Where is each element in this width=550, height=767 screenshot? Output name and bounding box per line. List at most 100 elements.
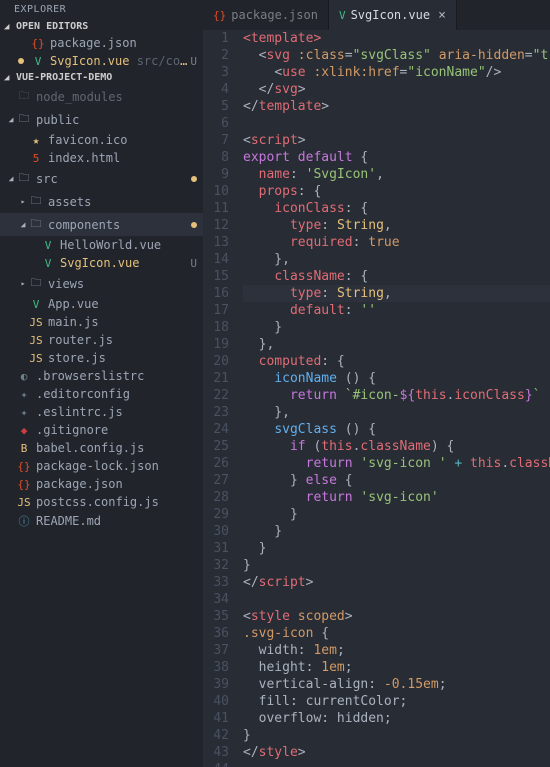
- folder-item[interactable]: 🗀 node_modules: [0, 85, 203, 108]
- code-line: default: '': [243, 302, 550, 319]
- line-number: 21: [203, 370, 229, 387]
- open-editor-item[interactable]: VSvgIcon.vue src/compo...U: [0, 52, 203, 70]
- line-number: 15: [203, 268, 229, 285]
- folder-item[interactable]: ◢🗀src: [0, 167, 203, 190]
- file-item[interactable]: JSstore.js: [0, 349, 203, 367]
- code-line: return 'svg-icon ' + this.className: [243, 455, 550, 472]
- modified-dot-icon: [191, 222, 197, 228]
- folder-item[interactable]: ▸🗀views: [0, 272, 203, 295]
- file-item[interactable]: ★favicon.ico: [0, 131, 203, 149]
- code-line: }: [243, 727, 550, 744]
- folder-item[interactable]: ▸🗀assets: [0, 190, 203, 213]
- line-number: 4: [203, 81, 229, 98]
- code-line: required: true: [243, 234, 550, 251]
- code-line: },: [243, 404, 550, 421]
- open-editors-label: OPEN EDITORS: [16, 21, 88, 32]
- line-number: 14: [203, 251, 229, 268]
- file-item[interactable]: {}package.json: [0, 475, 203, 493]
- line-number: 35: [203, 608, 229, 625]
- line-number: 39: [203, 676, 229, 693]
- line-number: 8: [203, 149, 229, 166]
- close-icon[interactable]: ×: [438, 8, 446, 23]
- gray-icon: ✦: [16, 406, 32, 419]
- line-number: 11: [203, 200, 229, 217]
- chevron-right-icon: ▸: [18, 197, 28, 206]
- file-item[interactable]: VHelloWorld.vue: [0, 236, 203, 254]
- tree-label: HelloWorld.vue: [60, 238, 203, 252]
- editor-area: {}package.jsonVSvgIcon.vue× 123456789101…: [203, 0, 550, 767]
- code-line: className: {: [243, 268, 550, 285]
- code-line: height: 1em;: [243, 659, 550, 676]
- vue-icon: V: [339, 9, 346, 22]
- file-item[interactable]: ✦.editorconfig: [0, 385, 203, 403]
- tree-label: package-lock.json: [36, 459, 203, 473]
- tree-label: .eslintrc.js: [36, 405, 203, 419]
- folder-icon: 🗀: [28, 215, 44, 234]
- line-number: 28: [203, 489, 229, 506]
- line-number: 13: [203, 234, 229, 251]
- chevron-right-icon: ▸: [18, 279, 28, 288]
- line-number: 34: [203, 591, 229, 608]
- folder-item[interactable]: ◢🗀components: [0, 213, 203, 236]
- file-item[interactable]: ◐ .browserslistrc: [0, 367, 203, 385]
- file-label: package.json: [50, 36, 203, 50]
- tree-label: .gitignore: [36, 423, 203, 437]
- tree-label: .browserslistrc: [36, 369, 203, 383]
- line-number: 2: [203, 47, 229, 64]
- file-item[interactable]: ✦ .eslintrc.js: [0, 403, 203, 421]
- file-item[interactable]: ◆.gitignore: [0, 421, 203, 439]
- tree-label: router.js: [48, 333, 203, 347]
- code-line: [243, 115, 550, 132]
- file-item[interactable]: {} package-lock.json: [0, 457, 203, 475]
- open-editors-list: {}package.jsonVSvgIcon.vue src/compo...U: [0, 34, 203, 70]
- code-line: iconName () {: [243, 370, 550, 387]
- line-number: 3: [203, 64, 229, 81]
- editor-tab[interactable]: {} package.json: [203, 0, 329, 30]
- tree-label: App.vue: [48, 297, 203, 311]
- line-number: 37: [203, 642, 229, 659]
- json-icon: {}: [213, 9, 226, 22]
- folder-item[interactable]: ◢🗀public: [0, 108, 203, 131]
- line-number: 12: [203, 217, 229, 234]
- code-line: vertical-align: -0.15em;: [243, 676, 550, 693]
- folder-icon: 🗀: [16, 169, 32, 188]
- file-item[interactable]: 5index.html: [0, 149, 203, 167]
- line-number: 1: [203, 30, 229, 47]
- line-number: 42: [203, 727, 229, 744]
- tree-label: views: [48, 277, 203, 291]
- file-item[interactable]: Bbabel.config.js: [0, 439, 203, 457]
- code-line: }: [243, 540, 550, 557]
- file-item[interactable]: VSvgIcon.vueU: [0, 254, 203, 272]
- line-number: 20: [203, 353, 229, 370]
- file-item[interactable]: VApp.vue: [0, 295, 203, 313]
- code-line: type: String,: [243, 217, 550, 234]
- js-icon: JS: [28, 352, 44, 365]
- tree-label: SvgIcon.vue: [60, 256, 190, 270]
- gray-icon: ◐: [16, 370, 32, 383]
- open-editors-section[interactable]: ◢ OPEN EDITORS: [0, 19, 203, 34]
- line-number: 9: [203, 166, 229, 183]
- editor-tabs: {} package.json VSvgIcon.vue×: [203, 0, 550, 30]
- folder-icon: 🗀: [16, 87, 32, 106]
- code-line: type: String,: [243, 285, 550, 302]
- js-icon: JS: [16, 496, 32, 509]
- editor-tab[interactable]: VSvgIcon.vue×: [329, 0, 457, 30]
- tree-label: node_modules: [36, 90, 203, 104]
- explorer-title: EXPLORER: [0, 0, 203, 19]
- project-section[interactable]: ◢ VUE-PROJECT-DEMO: [0, 70, 203, 85]
- file-item[interactable]: JSmain.js: [0, 313, 203, 331]
- code-editor[interactable]: 1234567891011121314151617181920212223242…: [203, 30, 550, 767]
- code-line: overflow: hidden;: [243, 710, 550, 727]
- tab-label: package.json: [231, 8, 318, 22]
- line-number: 31: [203, 540, 229, 557]
- code-line: .svg-icon {: [243, 625, 550, 642]
- file-item[interactable]: ⓘREADME.md: [0, 511, 203, 531]
- json-icon: {}: [16, 460, 32, 473]
- code-line: </script>: [243, 574, 550, 591]
- file-item[interactable]: JSrouter.js: [0, 331, 203, 349]
- file-item[interactable]: JSpostcss.config.js: [0, 493, 203, 511]
- file-tree: 🗀 node_modules ◢🗀public★favicon.ico5index.…: [0, 85, 203, 531]
- line-number: 36: [203, 625, 229, 642]
- open-editor-item[interactable]: {}package.json: [0, 34, 203, 52]
- tree-label: README.md: [36, 514, 203, 528]
